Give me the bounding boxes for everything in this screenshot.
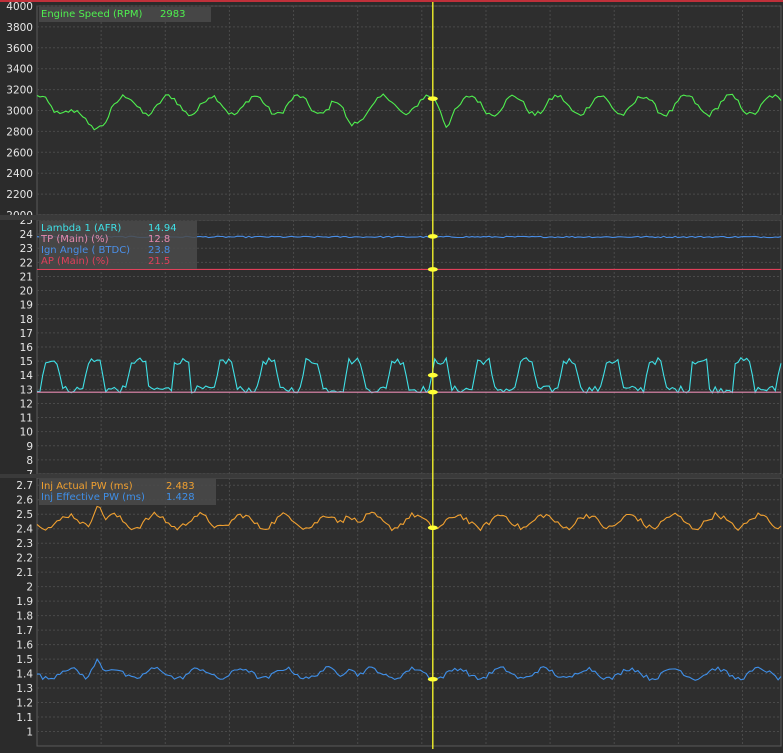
y-tick-label: 2.5 [16,509,33,521]
y-tick-label: 20 [20,286,33,298]
legend-label: AP (Main) (%) [41,256,109,267]
y-tick-label: 21 [20,271,33,283]
legend-value: 21.5 [148,256,170,267]
y-tick-label: 2400 [6,168,33,180]
y-tick-label: 1.6 [16,640,33,652]
y-tick-label: 2.6 [16,495,33,507]
legend-label: Inj Effective PW (ms) [41,492,145,503]
panel-separator[interactable] [0,474,783,478]
y-tick-label: 16 [20,342,34,354]
y-tick-label: 11 [20,413,33,425]
y-tick-label: 2.1 [16,567,33,579]
y-tick-label: 4000 [6,1,33,13]
y-tick-label: 1.4 [16,669,33,681]
chart-panel-2: 25242322212019181716151413121110987Lambd… [20,215,782,481]
y-tick-label: 22 [20,257,33,269]
legend-value: 23.8 [148,245,170,256]
legend-value: 2983 [160,9,185,20]
legend-label: Ign Angle ( BTDC) [41,245,130,256]
y-tick-label: 2.7 [16,480,33,492]
y-tick-label: 2800 [6,126,33,138]
y-tick-label: 14 [20,370,34,382]
y-tick-label: 3000 [6,106,33,118]
y-tick-label: 1.1 [16,712,33,724]
y-tick-label: 2.2 [16,553,33,565]
y-tick-label: 15 [20,356,33,368]
y-tick-label: 1.5 [16,654,33,666]
chart-panel-1: 4000 3800 3600 3400 3200 3000 2800 2600 2400 2200… [6,1,782,222]
legend-value: 1.428 [166,492,195,503]
y-tick-label: 2 [26,582,33,594]
y-tick-label: 13 [20,384,33,396]
y-tick-label: 24 [20,229,34,241]
y-tick-label: 3200 [6,85,33,97]
y-tick-label: 12 [20,398,33,410]
y-tick-label: 10 [20,427,33,439]
y-tick-label: 1.8 [16,611,33,623]
y-tick-label: 2200 [6,189,33,201]
y-tick-label: 19 [20,300,33,312]
legend-value: 12.8 [148,234,170,245]
y-tick-label: 1 [26,727,33,739]
y-tick-label: 3800 [6,22,33,34]
y-tick-label: 8 [26,455,33,467]
y-tick-label: 2.3 [16,538,33,550]
y-tick-label: 1.3 [16,683,33,695]
legend-label: Engine Speed (RPM) [41,9,142,20]
y-tick-label: 1.2 [16,698,33,710]
y-tick-label: 2600 [6,147,33,159]
legend-label: Inj Actual PW (ms) [41,481,133,492]
log-viewer: 4000 3800 3600 3400 3200 3000 2800 2600 2400 2200… [0,0,783,749]
y-tick-label: 2.4 [16,524,33,536]
legend-label: Lambda 1 (AFR) [41,223,121,234]
panel-separator[interactable] [0,215,783,220]
legend-value: 14.94 [148,223,177,234]
legend-value: 2.483 [166,481,195,492]
y-tick-label: 23 [20,243,33,255]
y-tick-label: 3600 [6,43,33,55]
y-tick-label: 3400 [6,64,33,76]
y-tick-label: 1.7 [16,625,33,637]
y-tick-label: 17 [20,328,33,340]
chart-panel-3: 2.7 2.6 2.5 2.4 2.3 2.2 2.1 2 1.9 1.8 1.7 1.6 1.5 1.4… [16,477,782,747]
y-tick-label: 1.9 [16,596,33,608]
legend-label: TP (Main) (%) [40,234,109,245]
y-tick-label: 18 [20,314,33,326]
y-tick-label: 9 [26,441,33,453]
data-log-chart[interactable]: 4000 3800 3600 3400 3200 3000 2800 2600 2400 2200… [0,0,783,749]
